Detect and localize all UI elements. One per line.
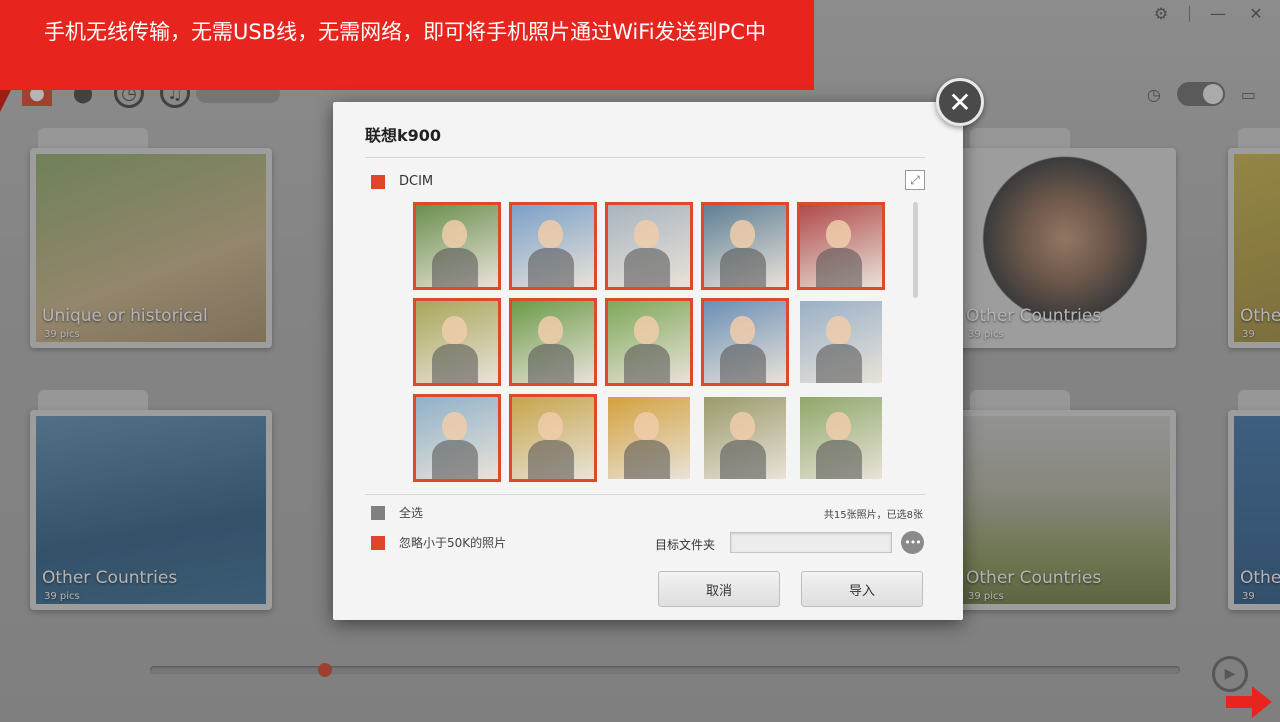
thumbnail-image — [800, 397, 882, 479]
select-all-row[interactable]: 全选 — [371, 504, 423, 521]
ignore-small-checkbox[interactable] — [371, 535, 385, 550]
thumbnail-image — [800, 301, 882, 383]
target-folder-input[interactable] — [730, 532, 892, 553]
thumbnail-image — [704, 205, 786, 287]
dialog-title: 联想k900 — [365, 126, 442, 145]
next-arrow-icon[interactable] — [1226, 684, 1274, 720]
thumbnail-image — [512, 301, 594, 383]
selection-count: 共15张照片，已选8张 — [823, 510, 923, 521]
thumbnail-image — [608, 301, 690, 383]
photo-thumbnail[interactable] — [605, 394, 693, 482]
thumbnail-image — [416, 301, 498, 383]
album-name: DCIM — [399, 174, 434, 189]
thumbnail-image — [512, 397, 594, 479]
scrollbar[interactable] — [913, 202, 918, 298]
import-dialog: 联想k900 DCIM ⤢ 全选 共15张照片，已选8张 忽略小于50K的照片 … — [333, 102, 963, 620]
photo-thumbnail[interactable] — [605, 202, 693, 290]
photo-thumbnail[interactable] — [701, 298, 789, 386]
album-row[interactable]: DCIM — [371, 174, 433, 189]
thumbnail-image — [704, 301, 786, 383]
photo-thumbnail[interactable] — [797, 298, 885, 386]
thumbnail-image — [416, 205, 498, 287]
import-button[interactable]: 导入 — [801, 571, 923, 607]
expand-icon[interactable]: ⤢ — [905, 170, 925, 190]
photo-thumbnail[interactable] — [605, 298, 693, 386]
divider — [365, 494, 925, 495]
thumbnail-image — [800, 205, 882, 287]
target-folder-label: 目标文件夹 — [655, 538, 716, 552]
thumbnail-image — [416, 397, 498, 479]
close-dialog-button[interactable]: ✕ — [936, 78, 984, 126]
ignore-small-row[interactable]: 忽略小于50K的照片 — [371, 534, 506, 551]
select-all-checkbox[interactable] — [371, 505, 385, 520]
thumbnail-image — [704, 397, 786, 479]
browse-button[interactable]: ••• — [901, 531, 924, 554]
thumbnail-grid — [413, 202, 885, 482]
divider — [365, 157, 925, 158]
cancel-button[interactable]: 取消 — [658, 571, 780, 607]
album-checkbox[interactable] — [371, 174, 385, 189]
photo-thumbnail[interactable] — [701, 202, 789, 290]
select-all-label: 全选 — [399, 506, 424, 520]
photo-thumbnail[interactable] — [413, 394, 501, 482]
photo-thumbnail[interactable] — [509, 394, 597, 482]
photo-thumbnail[interactable] — [797, 394, 885, 482]
promo-banner: 手机无线传输，无需USB线，无需网络，即可将手机照片通过WiFi发送到PC中 — [0, 0, 814, 90]
thumbnail-image — [608, 205, 690, 287]
thumbnail-image — [512, 205, 594, 287]
photo-thumbnail[interactable] — [797, 202, 885, 290]
photo-thumbnail[interactable] — [413, 298, 501, 386]
photo-thumbnail[interactable] — [509, 202, 597, 290]
photo-thumbnail[interactable] — [413, 202, 501, 290]
photo-thumbnail[interactable] — [701, 394, 789, 482]
ignore-small-label: 忽略小于50K的照片 — [399, 536, 507, 550]
photo-thumbnail[interactable] — [509, 298, 597, 386]
thumbnail-image — [608, 397, 690, 479]
